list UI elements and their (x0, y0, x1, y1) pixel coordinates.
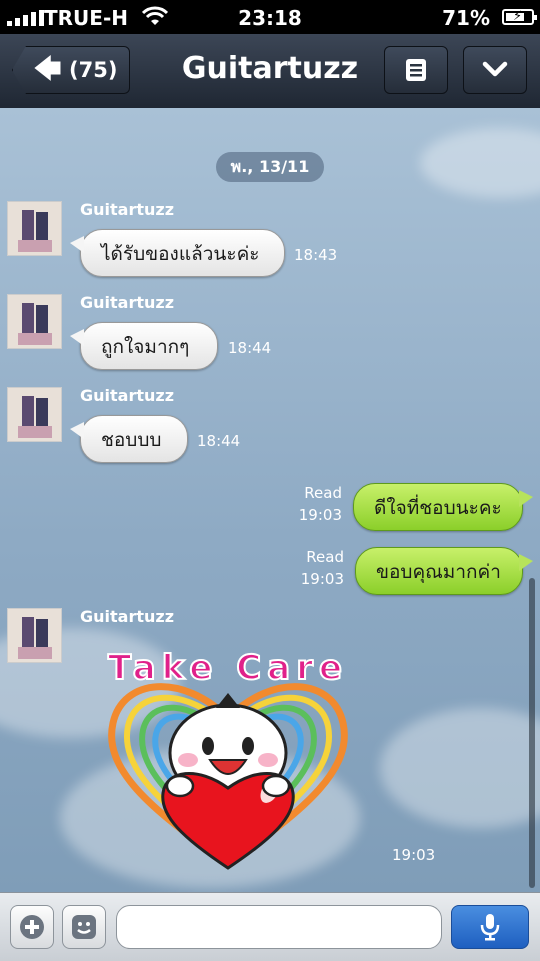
avatar[interactable] (7, 387, 62, 442)
read-label: Read (304, 484, 342, 502)
plus-icon (20, 915, 44, 939)
message-bubble[interactable]: ได้รับของแล้วนะค่ะ (70, 229, 285, 277)
battery-icon: ⚡ (502, 9, 537, 25)
message-time: 19:03 (300, 570, 344, 588)
message-input[interactable] (116, 905, 442, 949)
message-bubble[interactable]: ชอบบบ (70, 415, 188, 463)
nav-bar: 🡄 (75) Guitartuzz (0, 34, 540, 109)
date-separator: พ., 13/11 (216, 152, 324, 182)
emoticon-icon (72, 915, 96, 939)
input-bar (0, 892, 540, 961)
chevron-down-icon (482, 61, 508, 77)
list-icon (406, 59, 426, 81)
avatar[interactable] (7, 608, 62, 663)
voice-button[interactable] (451, 905, 529, 949)
message-bubble[interactable]: ดีใจที่ชอบนะคะ (353, 483, 533, 531)
sticker-caption: Take Care (107, 647, 349, 689)
sender-name: Guitartuzz (80, 386, 175, 405)
dropdown-button[interactable] (463, 46, 527, 94)
message-bubble[interactable]: ถูกใจมากๆ (70, 322, 218, 370)
menu-button[interactable] (384, 46, 448, 94)
status-bar: TRUE-H 23:18 71% ⚡ (0, 0, 540, 34)
message-time: 18:44 (197, 432, 241, 450)
add-button[interactable] (10, 905, 54, 949)
read-label: Read (306, 548, 344, 566)
chat-area[interactable]: พ., 13/11 Guitartuzz ได้รับของแล้วนะค่ะ … (0, 108, 540, 892)
read-receipt: Read 19:03 (294, 546, 344, 590)
message-time: 18:44 (228, 339, 272, 357)
avatar[interactable] (7, 201, 62, 256)
sticker-button[interactable] (62, 905, 106, 949)
chat-title: Guitartuzz (181, 51, 359, 86)
battery-percent: 71% (442, 6, 490, 30)
sender-name: Guitartuzz (80, 607, 175, 626)
microphone-icon (480, 914, 500, 941)
read-receipt: Read 19:03 (292, 482, 342, 526)
sender-name: Guitartuzz (80, 200, 175, 219)
message-bubble[interactable]: ขอบคุณมากค่า (355, 547, 533, 595)
message-time: 19:03 (298, 506, 342, 524)
message-time: 18:43 (294, 246, 338, 264)
message-time: 19:03 (392, 846, 436, 864)
scrollbar[interactable] (529, 578, 535, 888)
avatar[interactable] (7, 294, 62, 349)
sender-name: Guitartuzz (80, 293, 175, 312)
